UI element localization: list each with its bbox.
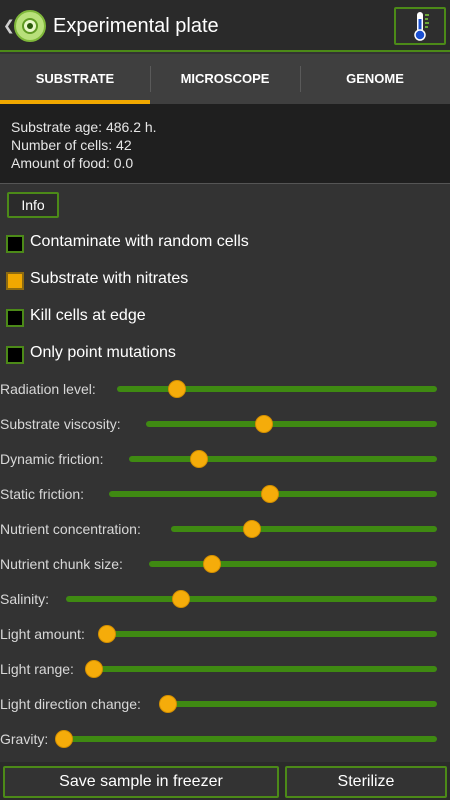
slider-thumb[interactable] [260,485,279,503]
info-button[interactable]: Info [7,192,59,218]
slider-track[interactable] [117,386,437,392]
slider-track[interactable] [66,596,437,602]
slider-thumb[interactable] [55,730,73,748]
slider-thumb[interactable] [242,520,261,538]
action-bar: ❮ Experimental plate [0,0,450,52]
slider-thumb[interactable] [171,590,190,608]
slider-thumb[interactable] [255,415,274,433]
slider-label: Nutrient concentration: [0,521,141,537]
slider-light-amount: Light amount: [0,620,450,650]
slider-thumb[interactable] [159,695,177,713]
slider-thumb[interactable] [189,450,208,468]
thermometer-button[interactable] [394,7,446,45]
slider-thumb[interactable] [168,380,187,398]
slider-gravity: Gravity: [0,725,450,755]
checkbox-label: Only point mutations [30,344,176,361]
slider-track[interactable] [98,631,437,637]
slider-label: Substrate viscosity: [0,416,121,432]
slider-light-direction-change: Light direction change: [0,690,450,720]
slider-dynamic-friction: Dynamic friction: [0,445,450,475]
tab-microscope[interactable]: MICROSCOPE [150,54,300,104]
app-logo-icon[interactable] [14,10,46,42]
slider-track[interactable] [55,736,437,742]
slider-thumb[interactable] [85,660,103,678]
slider-label: Nutrient chunk size: [0,556,123,572]
sterilize-button[interactable]: Sterilize [285,766,447,798]
page-title: Experimental plate [53,15,219,37]
slider-label: Light direction change: [0,696,141,712]
tab-genome[interactable]: GENOME [300,54,450,104]
checkbox-box[interactable] [6,272,24,290]
slider-salinity: Salinity: [0,585,450,615]
stats-panel: Substrate age: 486.2 h. Number of cells:… [0,104,450,184]
slider-track[interactable] [129,456,437,462]
save-sample-button[interactable]: Save sample in freezer [3,766,279,798]
slider-light-range: Light range: [0,655,450,685]
slider-track[interactable] [159,701,437,707]
slider-label: Light amount: [0,626,85,642]
checkbox-label: Contaminate with random cells [30,233,249,250]
checkbox-box[interactable] [6,235,24,253]
food-amount-text: Amount of food: 0.0 [11,155,134,171]
cell-count-text: Number of cells: 42 [11,137,132,153]
tab-bar: SUBSTRATE MICROSCOPE GENOME [0,54,450,104]
checkbox-box[interactable] [6,309,24,327]
thermometer-icon [414,12,429,41]
slider-label: Radiation level: [0,381,96,397]
slider-nutrient-concentration: Nutrient concentration: [0,515,450,545]
bottom-bar: Save sample in freezer Sterilize [0,762,450,800]
checkbox-label: Substrate with nitrates [30,270,189,287]
slider-track[interactable] [171,526,437,532]
checkbox-box[interactable] [6,346,24,364]
slider-label: Salinity: [0,591,50,607]
slider-radiation-level: Radiation level: [0,375,450,405]
slider-label: Light range: [0,661,74,677]
slider-nutrient-chunk-size: Nutrient chunk size: [0,550,450,580]
slider-substrate-viscosity: Substrate viscosity: [0,410,450,440]
slider-track[interactable] [146,421,437,427]
slider-static-friction: Static friction: [0,480,450,510]
slider-track[interactable] [149,561,437,567]
slider-thumb[interactable] [98,625,116,643]
tab-substrate[interactable]: SUBSTRATE [0,54,150,104]
checkbox-label: Kill cells at edge [30,307,146,324]
slider-track[interactable] [85,666,437,672]
slider-label: Gravity: [0,731,49,747]
slider-label: Static friction: [0,486,85,502]
back-icon[interactable]: ❮ [3,17,15,34]
slider-label: Dynamic friction: [0,451,104,467]
slider-thumb[interactable] [203,555,221,573]
substrate-age-text: Substrate age: 486.2 h. [11,119,157,135]
